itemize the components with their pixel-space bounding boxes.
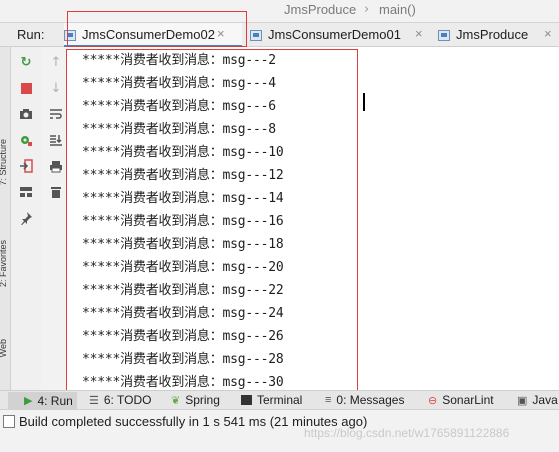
application-icon (250, 30, 262, 41)
tool-terminal-label: Terminal (257, 393, 303, 407)
side-tab-web[interactable]: Web (0, 339, 8, 357)
tab-jms-consumer-demo01[interactable]: JmsConsumerDemo01 × (250, 23, 428, 47)
status-icon[interactable] (3, 415, 15, 428)
rerun-icon[interactable]: ↻ (17, 53, 35, 71)
console-line: *****消费者收到消息：msg---22 (82, 283, 284, 298)
tool-todo-label: 6: TODO (103, 393, 152, 407)
text-caret (363, 93, 365, 111)
camera-icon[interactable] (17, 105, 35, 123)
tab-jms-consumer-demo02[interactable]: JmsConsumerDemo02 × (64, 23, 242, 48)
todo-icon: ☰ (89, 394, 99, 407)
sonarlint-icon: ⊖ (428, 394, 438, 407)
up-arrow-icon[interactable]: ↑ (47, 53, 65, 71)
print-icon[interactable] (47, 157, 65, 175)
console-line: *****消费者收到消息：msg---2 (82, 53, 276, 68)
down-arrow-icon[interactable]: ↓ (47, 79, 65, 97)
tab-label: JmsConsumerDemo01 (268, 27, 401, 42)
login-icon[interactable] (17, 157, 35, 175)
console-line: *****消费者收到消息：msg---12 (82, 168, 284, 183)
tool-todo[interactable]: ☰ 6: TODO (89, 393, 151, 407)
tab-label: JmsConsumerDemo02 (82, 27, 215, 42)
stop-icon[interactable] (17, 79, 35, 97)
console-line: *****消费者收到消息：msg---8 (82, 122, 276, 137)
breadcrumb-method[interactable]: main() (379, 2, 416, 17)
messages-icon: ≡ (325, 394, 332, 406)
tool-window-bar: ▶ 4: Run ☰ 6: TODO ❦ Spring Terminal ≡ 0… (0, 390, 559, 410)
run-label: Run: (17, 27, 45, 42)
tool-java-label: Java (532, 393, 558, 407)
console-line: *****消费者收到消息：msg---20 (82, 260, 284, 275)
breadcrumb-class[interactable]: JmsProduce (284, 2, 356, 17)
close-icon[interactable]: × (544, 26, 552, 41)
spring-icon: ❦ (171, 394, 181, 407)
tab-jms-produce[interactable]: JmsProduce × (438, 23, 559, 47)
breadcrumb: JmsProduce › main() (0, 0, 559, 22)
tab-label: JmsProduce (456, 27, 529, 42)
console-line: *****消费者收到消息：msg---16 (82, 214, 284, 229)
tool-run-label: 4: Run (37, 393, 73, 408)
console-line: *****消费者收到消息：msg---28 (82, 352, 284, 367)
tool-spring[interactable]: ❦ Spring (171, 393, 220, 407)
console-line: *****消费者收到消息：msg---10 (82, 145, 284, 160)
console-line: *****消费者收到消息：msg---26 (82, 329, 284, 344)
watermark: https://blog.csdn.net/w1765891122886 (304, 426, 510, 440)
console-line: *****消费者收到消息：msg---30 (82, 375, 284, 390)
close-icon[interactable]: × (217, 26, 225, 41)
java-icon: ▣ (517, 394, 528, 407)
side-tab-favorites[interactable]: 2: Favorites (0, 240, 8, 287)
console-line: *****消费者收到消息：msg---4 (82, 76, 276, 91)
run-icon: ▶ (24, 395, 33, 407)
application-icon (64, 30, 76, 41)
pin-icon[interactable] (17, 209, 35, 227)
tool-java[interactable]: ▣ Java (517, 393, 558, 407)
console-line: *****消费者收到消息：msg---6 (82, 99, 276, 114)
status-bar: Build completed successfully in 1 s 541 … (0, 411, 559, 452)
run-toolbar-primary: ↻ (11, 47, 41, 390)
breadcrumb-separator: › (364, 2, 370, 17)
terminal-icon (241, 395, 252, 405)
layout-icon[interactable] (17, 183, 35, 201)
console-line: *****消费者收到消息：msg---24 (82, 306, 284, 321)
scroll-to-end-icon[interactable] (47, 131, 65, 149)
application-icon (438, 30, 450, 41)
console-output[interactable]: *****消费者收到消息：msg---2 *****消费者收到消息：msg---… (66, 47, 559, 390)
settings-icon[interactable] (17, 131, 35, 149)
tool-sonarlint[interactable]: ⊖ SonarLint (428, 393, 494, 407)
tool-messages[interactable]: ≡ 0: Messages (325, 393, 404, 407)
run-tab-strip: Run: JmsConsumerDemo02 × JmsConsumerDemo… (0, 22, 559, 48)
tool-run[interactable]: ▶ 4: Run (8, 392, 77, 409)
side-tab-structure[interactable]: 7: Structure (0, 139, 8, 186)
tool-sonarlint-label: SonarLint (442, 393, 494, 407)
tool-spring-label: Spring (185, 393, 220, 407)
tool-messages-label: 0: Messages (336, 393, 405, 407)
soft-wrap-icon[interactable] (47, 105, 65, 123)
close-icon[interactable]: × (415, 26, 423, 41)
side-tool-strip: 7: Structure 2: Favorites Web (0, 47, 11, 390)
tool-terminal[interactable]: Terminal (241, 393, 302, 407)
console-line: *****消费者收到消息：msg---14 (82, 191, 284, 206)
trash-icon[interactable] (47, 183, 65, 201)
console-line: *****消费者收到消息：msg---18 (82, 237, 284, 252)
